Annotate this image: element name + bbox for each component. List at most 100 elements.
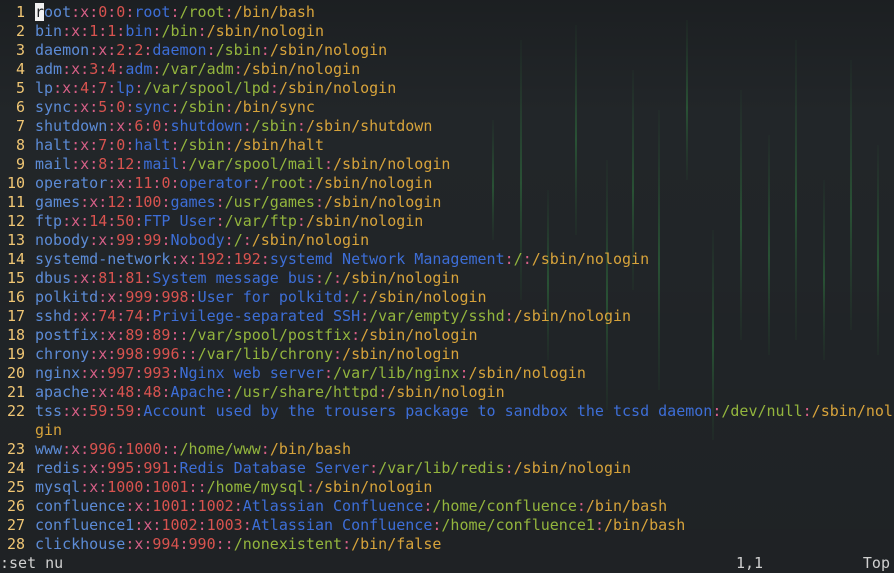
field-separator: :	[89, 3, 99, 21]
buffer-line[interactable]: 26 confluence:x:1001:1002:Atlassian Confl…	[0, 497, 894, 516]
home-directory: /bin	[161, 22, 198, 40]
field-separator: :	[80, 22, 90, 40]
buffer-line[interactable]: 23 www:x:996:1000::/home/www:/bin/bash	[0, 440, 894, 459]
gid: 1002	[197, 497, 234, 515]
field-separator: :	[107, 174, 117, 192]
gecos: Account used by the trousers package to …	[143, 402, 713, 420]
field-separator: :	[224, 383, 234, 401]
buffer-line[interactable]: 11 games:x:12:100:games:/usr/games:/sbin/…	[0, 193, 894, 212]
gecos: Atlassian Confluence	[242, 497, 424, 515]
uid: 1001	[152, 497, 189, 515]
field-separator: :	[594, 516, 604, 534]
field-separator: :	[80, 212, 90, 230]
field-separator: x	[98, 41, 108, 59]
login-shell: /bin/bash	[603, 516, 686, 534]
line-number: 5	[15, 79, 25, 97]
field-separator: :	[98, 478, 108, 496]
buffer-line[interactable]: 18 postfix:x:89:89::/var/spool/postfix:/s…	[0, 326, 894, 345]
username: tss	[35, 402, 63, 420]
field-separator: x	[89, 364, 99, 382]
line-number: 25	[6, 478, 25, 496]
line-content: mysql:x:1000:1001::/home/mysql:/sbin/nol…	[35, 478, 432, 497]
field-separator: :	[305, 478, 315, 496]
field-separator: :	[125, 136, 135, 154]
buffer-line[interactable]: 22 tss:x:59:59:Account used by the trouse…	[0, 402, 894, 421]
buffer-line[interactable]: 20 nginx:x:997:993:Nginx web server:/var/…	[0, 364, 894, 383]
gid: 59	[116, 402, 135, 420]
buffer-line[interactable]: 6 sync:x:5:0:sync:/sbin:/bin/sync	[0, 98, 894, 117]
buffer-line[interactable]: 16 polkitd:x:999:998:User for polkitd:/:/…	[0, 288, 894, 307]
vim-buffer[interactable]: 1 root:x:0:0:root:/root:/bin/bash 2 bin:x:1…	[0, 3, 894, 553]
field-separator: :	[116, 22, 126, 40]
buffer-line[interactable]: 25 mysql:x:1000:1001::/home/mysql:/sbin/n…	[0, 478, 894, 497]
field-separator: :	[71, 98, 81, 116]
uid: 1000	[107, 478, 144, 496]
buffer-line[interactable]: 2 bin:x:1:1:bin:/bin:/sbin/nologin	[0, 22, 894, 41]
buffer-line[interactable]: 24 redis:x:995:991:Redis Database Server:…	[0, 459, 894, 478]
uid: 14	[89, 212, 108, 230]
login-shell: /sbin/nologin	[468, 364, 586, 382]
buffer-line[interactable]: 3 daemon:x:2:2:daemon:/sbin:/sbin/nologin	[0, 41, 894, 60]
field-separator: :	[333, 269, 343, 287]
buffer-line[interactable]: 7 shutdown:x:6:0:shutdown:/sbin:/sbin/shu…	[0, 117, 894, 136]
home-directory: /var/lib/chrony	[197, 345, 334, 363]
buffer-line[interactable]: 27 confluence1:x:1002:1003:Atlassian Conf…	[0, 516, 894, 535]
uid: 7	[98, 136, 108, 154]
username: apache	[35, 383, 90, 401]
field-separator: :	[107, 345, 117, 363]
username: games	[35, 193, 81, 211]
field-separator: :	[116, 307, 126, 325]
buffer-line[interactable]: 14 systemd-network:x:192:192:systemd Netw…	[0, 250, 894, 269]
buffer-line[interactable]: 28 clickhouse:x:994:990::/nonexistent:/bi…	[0, 535, 894, 553]
buffer-line[interactable]: 12 ftp:x:14:50:FTP User:/var/ftp:/sbin/no…	[0, 212, 894, 231]
login-shell: /bin/false	[351, 535, 442, 553]
field-separator: :	[197, 22, 207, 40]
terminal-window[interactable]: 1 root:x:0:0:root:/root:/bin/bash 2 bin:x:1…	[0, 0, 894, 573]
field-separator: :	[107, 79, 117, 97]
buffer-line[interactable]: 9 mail:x:8:12:mail:/var/spool/mail:/sbin/…	[0, 155, 894, 174]
vim-command-line[interactable]: :set nu 1,1 Top	[0, 554, 894, 573]
username: lp	[35, 79, 54, 97]
line-number: 8	[15, 136, 25, 154]
buffer-line[interactable]: 21 apache:x:48:48:Apache:/usr/share/httpd…	[0, 383, 894, 402]
home-directory: /home/mysql	[206, 478, 306, 496]
home-directory: /var/ftp	[224, 212, 297, 230]
username: dbus	[35, 269, 72, 287]
home-directory: /	[233, 231, 243, 249]
field-separator: :	[125, 535, 135, 553]
username: confluence	[35, 497, 126, 515]
field-separator: :	[170, 3, 180, 21]
field-separator: x	[62, 79, 72, 97]
buffer-line[interactable]: 10 operator:x:11:0:operator:/root:/sbin/n…	[0, 174, 894, 193]
command-text[interactable]: :set nu	[0, 554, 63, 573]
gid: 48	[143, 383, 162, 401]
field-separator: x	[89, 193, 99, 211]
buffer-line[interactable]: 5 lp:x:4:7:lp:/var/spool/lpd:/sbin/nologi…	[0, 79, 894, 98]
field-separator: :	[62, 60, 72, 78]
buffer-line[interactable]: 8 halt:x:7:0:halt:/sbin:/sbin/halt	[0, 136, 894, 155]
field-separator: :	[98, 326, 108, 344]
buffer-line[interactable]: 4 adm:x:3:4:adm:/var/adm:/sbin/nologin	[0, 60, 894, 79]
line-content: games:x:12:100:games:/usr/games:/sbin/no…	[35, 193, 441, 212]
field-separator: :	[215, 535, 225, 553]
line-number: 28	[6, 535, 25, 553]
gid: 81	[125, 269, 144, 287]
line-content: bin:x:1:1:bin:/bin:/sbin/nologin	[35, 22, 324, 41]
buffer-line[interactable]: 17 sshd:x:74:74:Privilege-separated SSH:/…	[0, 307, 894, 326]
field-separator: x	[71, 22, 81, 40]
gid: 998	[161, 288, 189, 306]
field-separator: :	[324, 364, 334, 382]
buffer-line[interactable]: 19 chrony:x:998:996::/var/lib/chrony:/sbi…	[0, 345, 894, 364]
buffer-line[interactable]: 15 dbus:x:81:81:System message bus:/:/sbi…	[0, 269, 894, 288]
buffer-line-wrap[interactable]: gin	[0, 421, 894, 440]
buffer-line[interactable]: 13 nobody:x:99:99:Nobody:/:/sbin/nologin	[0, 231, 894, 250]
field-separator: :	[125, 98, 135, 116]
uid: 998	[116, 345, 144, 363]
buffer-line[interactable]: 1 root:x:0:0:root:/root:/bin/bash	[0, 3, 894, 22]
line-number: 9	[15, 155, 25, 173]
uid: 11	[134, 174, 153, 192]
field-separator: :	[170, 364, 180, 382]
uid: 12	[107, 193, 126, 211]
gecos: sync	[134, 98, 171, 116]
username: ftp	[35, 212, 63, 230]
